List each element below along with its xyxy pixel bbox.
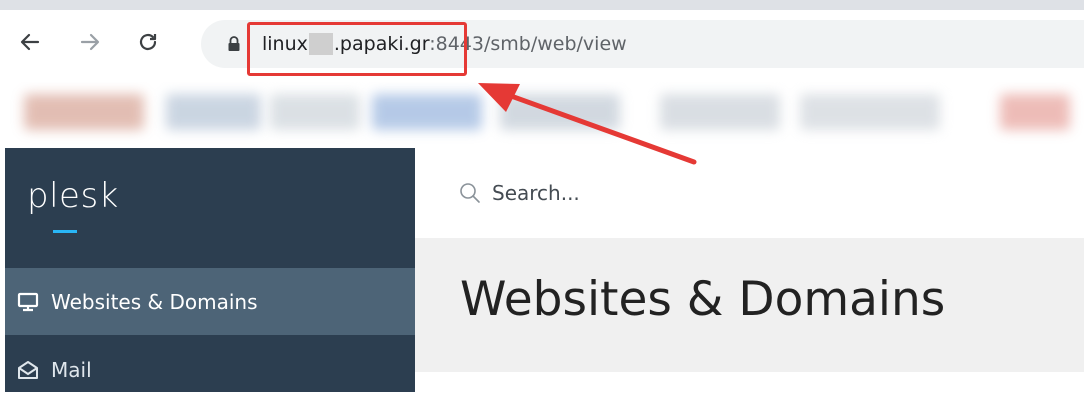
sidebar-item-mail[interactable]: Mail [5,336,415,403]
search-icon [460,183,480,203]
sidebar-item-label: Websites & Domains [51,289,258,314]
bookmark-blurred [500,94,620,130]
bookmark-blurred [800,94,940,130]
arrow-left-icon [20,33,40,51]
plesk-logo[interactable]: plesk [27,176,119,216]
bookmark-blurred [270,94,360,130]
bookmark-blurred [372,94,482,130]
lock-icon [228,36,240,51]
search-input[interactable]: Search... [458,176,858,210]
bookmarks-bar-blurred [0,82,1084,144]
tab-strip [0,0,1084,10]
sidebar-item-websites-domains[interactable]: Websites & Domains [5,268,415,335]
annotation-highlight-box [247,22,467,76]
logo-accent [53,230,77,233]
monitor-icon [17,291,39,313]
bookmark-blurred [166,94,261,130]
back-button[interactable] [16,28,44,56]
bookmark-blurred [660,94,780,130]
bookmark-blurred [24,94,144,130]
search-placeholder: Search... [492,181,580,205]
forward-button[interactable] [76,28,104,56]
sidebar: plesk Websites & Domains Mail [5,148,415,392]
envelope-open-icon [17,359,39,381]
page-title: Websites & Domains [460,272,946,327]
bookmark-blurred [1000,94,1070,130]
arrow-right-icon [80,33,100,51]
sidebar-item-label: Mail [51,357,92,382]
reload-icon [139,33,157,51]
reload-button[interactable] [134,28,162,56]
content-card [415,372,1084,392]
